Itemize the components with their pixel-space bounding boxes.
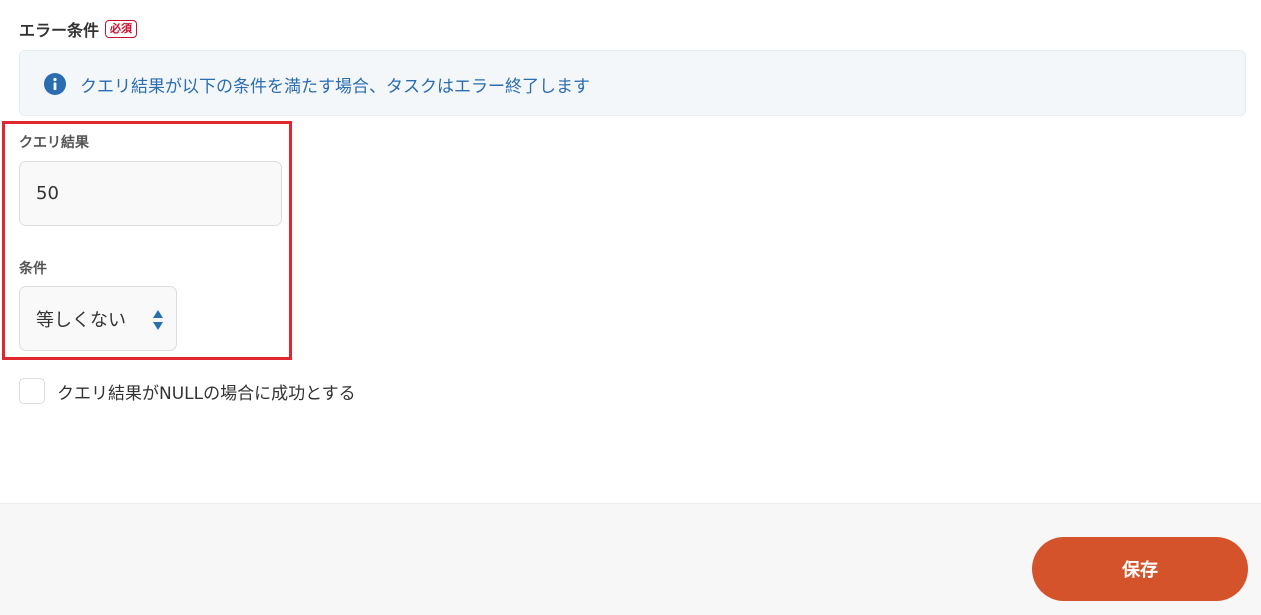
info-icon (44, 73, 66, 95)
section-title: エラー条件 (19, 21, 100, 40)
null-success-option[interactable]: クエリ結果がNULLの場合に成功とする (19, 378, 356, 404)
condition-selected-value: 等しくない (36, 309, 126, 331)
condition-label: 条件 (19, 261, 47, 277)
select-arrows-icon (152, 309, 164, 331)
query-result-label: クエリ結果 (19, 135, 89, 151)
info-message: クエリ結果が以下の条件を満たす場合、タスクはエラー終了します (80, 77, 590, 97)
required-badge: 必須 (105, 20, 138, 38)
info-box: クエリ結果が以下の条件を満たす場合、タスクはエラー終了します (19, 50, 1246, 116)
condition-select[interactable]: 等しくない (19, 286, 177, 351)
error-condition-page: エラー条件 必須 クエリ結果が以下の条件を満たす場合、タスクはエラー終了します … (0, 0, 1261, 615)
query-result-input[interactable]: 50 (19, 161, 282, 226)
save-button[interactable]: 保存 (1032, 537, 1248, 601)
section-header: エラー条件 必須 (19, 17, 138, 41)
null-success-checkbox[interactable] (19, 378, 45, 404)
null-success-label: クエリ結果がNULLの場合に成功とする (57, 383, 356, 404)
